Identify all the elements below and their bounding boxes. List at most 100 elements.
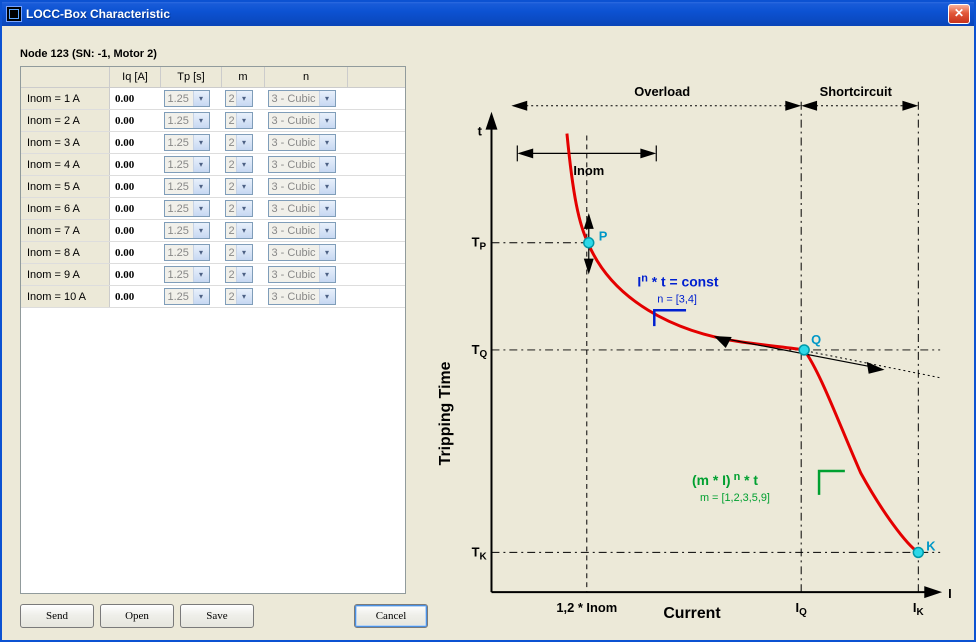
tp-select[interactable]: 1.25▾ [164, 90, 210, 107]
m-select[interactable]: 2▾ [225, 178, 253, 195]
iq-input[interactable] [113, 290, 151, 304]
eq-blue-sub: n = [3,4] [657, 293, 697, 305]
m-select[interactable]: 2▾ [225, 112, 253, 129]
label-ik: IK [913, 600, 925, 618]
chevron-down-icon: ▾ [193, 179, 209, 194]
save-button[interactable]: Save [180, 604, 254, 628]
m-select[interactable]: 2▾ [225, 222, 253, 239]
m-select[interactable]: 2▾ [225, 288, 253, 305]
tp-select[interactable]: 1.25▾ [164, 134, 210, 151]
chevron-down-icon: ▾ [193, 289, 209, 304]
chevron-down-icon: ▾ [236, 157, 252, 172]
m-select[interactable]: 2▾ [225, 90, 253, 107]
table-row: Inom = 5 A1.25▾2▾3 - Cubic▾ [21, 176, 405, 198]
row-label: Inom = 10 A [21, 286, 110, 308]
n-select[interactable]: 3 - Cubic▾ [268, 178, 336, 195]
col-n: n [265, 67, 348, 88]
chevron-down-icon: ▾ [236, 179, 252, 194]
tp-select[interactable]: 1.25▾ [164, 156, 210, 173]
label-tp: TP [472, 235, 487, 253]
iq-input[interactable] [113, 180, 151, 194]
chevron-down-icon: ▾ [319, 113, 335, 128]
axis-t: t [478, 124, 483, 139]
send-button[interactable]: Send [20, 604, 94, 628]
row-label: Inom = 8 A [21, 242, 110, 264]
n-select[interactable]: 3 - Cubic▾ [268, 244, 336, 261]
iq-input[interactable] [113, 224, 151, 238]
label-tq: TQ [472, 342, 488, 360]
table-row: Inom = 1 A1.25▾2▾3 - Cubic▾ [21, 88, 405, 110]
iq-input[interactable] [113, 246, 151, 260]
app-icon [6, 6, 22, 22]
tp-select[interactable]: 1.25▾ [164, 178, 210, 195]
tp-select[interactable]: 1.25▾ [164, 222, 210, 239]
m-select[interactable]: 2▾ [225, 200, 253, 217]
iq-input[interactable] [113, 202, 151, 216]
n-select[interactable]: 3 - Cubic▾ [268, 200, 336, 217]
chevron-down-icon: ▾ [236, 267, 252, 282]
label-inom: Inom [573, 163, 604, 178]
col-blank [21, 67, 110, 88]
chevron-down-icon: ▾ [236, 201, 252, 216]
label-12inom: 1,2 * Inom [556, 600, 617, 615]
cancel-button[interactable]: Cancel [354, 604, 428, 628]
eq-green: (m * I) n * t [692, 471, 758, 488]
chevron-down-icon: ▾ [193, 135, 209, 150]
row-label: Inom = 4 A [21, 154, 110, 176]
xlabel-current: Current [663, 605, 721, 622]
n-select[interactable]: 3 - Cubic▾ [268, 90, 336, 107]
tp-select[interactable]: 1.25▾ [164, 266, 210, 283]
chevron-down-icon: ▾ [319, 223, 335, 238]
n-select[interactable]: 3 - Cubic▾ [268, 266, 336, 283]
iq-input[interactable] [113, 114, 151, 128]
m-select[interactable]: 2▾ [225, 266, 253, 283]
table-row: Inom = 4 A 1.25▾ 2▾ 3 - Cubic▾ [21, 154, 405, 176]
chevron-down-icon: ▾ [319, 245, 335, 260]
tp-select[interactable]: 1.25▾ [164, 288, 210, 305]
eq-blue: In * t = const [637, 272, 718, 289]
iq-input[interactable] [113, 268, 151, 282]
n-select[interactable]: 3 - Cubic▾ [268, 156, 336, 173]
chevron-down-icon: ▾ [193, 91, 209, 106]
row-label: Inom = 3 A [21, 132, 110, 154]
row-label: Inom = 6 A [21, 198, 110, 220]
chevron-down-icon: ▾ [193, 245, 209, 260]
label-shortcircuit: Shortcircuit [820, 84, 893, 99]
chevron-down-icon: ▾ [193, 223, 209, 238]
tp-select[interactable]: 1.25▾ [164, 244, 210, 261]
chevron-down-icon: ▾ [319, 91, 335, 106]
chevron-down-icon: ▾ [319, 157, 335, 172]
close-button[interactable]: ✕ [948, 4, 970, 24]
n-select[interactable]: 3 - Cubic▾ [268, 112, 336, 129]
characteristic-diagram: Overload Shortcircuit [424, 56, 960, 628]
ylabel-trippingtime: Tripping Time [437, 361, 454, 465]
table-row: Inom = 3 A 1.25▾ 2▾ 3 - Cubic▾ [21, 132, 405, 154]
chevron-down-icon: ▾ [319, 267, 335, 282]
row-label: Inom = 7 A [21, 220, 110, 242]
n-select[interactable]: 3 - Cubic▾ [268, 222, 336, 239]
label-iq: IQ [796, 600, 808, 618]
open-button[interactable]: Open [100, 604, 174, 628]
n-select[interactable]: 3 - Cubic▾ [268, 288, 336, 305]
table-row: Inom = 8 A 1.25▾ 2▾ 3 - Cubic▾ [21, 242, 405, 264]
iq-input[interactable] [113, 92, 151, 106]
label-overload: Overload [634, 84, 690, 99]
m-select[interactable]: 2▾ [225, 134, 253, 151]
m-select[interactable]: 2▾ [225, 244, 253, 261]
window-title: LOCC-Box Characteristic [26, 7, 948, 21]
row-label: Inom = 9 A [21, 264, 110, 286]
tp-select[interactable]: 1.25▾ [164, 112, 210, 129]
characteristic-table: Iq [A] Tp [s] m n Inom = 1 A1.25▾2▾3 - C… [20, 66, 406, 594]
chevron-down-icon: ▾ [319, 135, 335, 150]
table-row: Inom = 9 A 1.25▾ 2▾ 3 - Cubic▾ [21, 264, 405, 286]
chevron-down-icon: ▾ [236, 135, 252, 150]
chevron-down-icon: ▾ [193, 201, 209, 216]
iq-input[interactable] [113, 158, 151, 172]
iq-input[interactable] [113, 136, 151, 150]
point-q: Q [811, 332, 821, 347]
chevron-down-icon: ▾ [193, 267, 209, 282]
chevron-down-icon: ▾ [236, 113, 252, 128]
m-select[interactable]: 2▾ [225, 156, 253, 173]
tp-select[interactable]: 1.25▾ [164, 200, 210, 217]
n-select[interactable]: 3 - Cubic▾ [268, 134, 336, 151]
